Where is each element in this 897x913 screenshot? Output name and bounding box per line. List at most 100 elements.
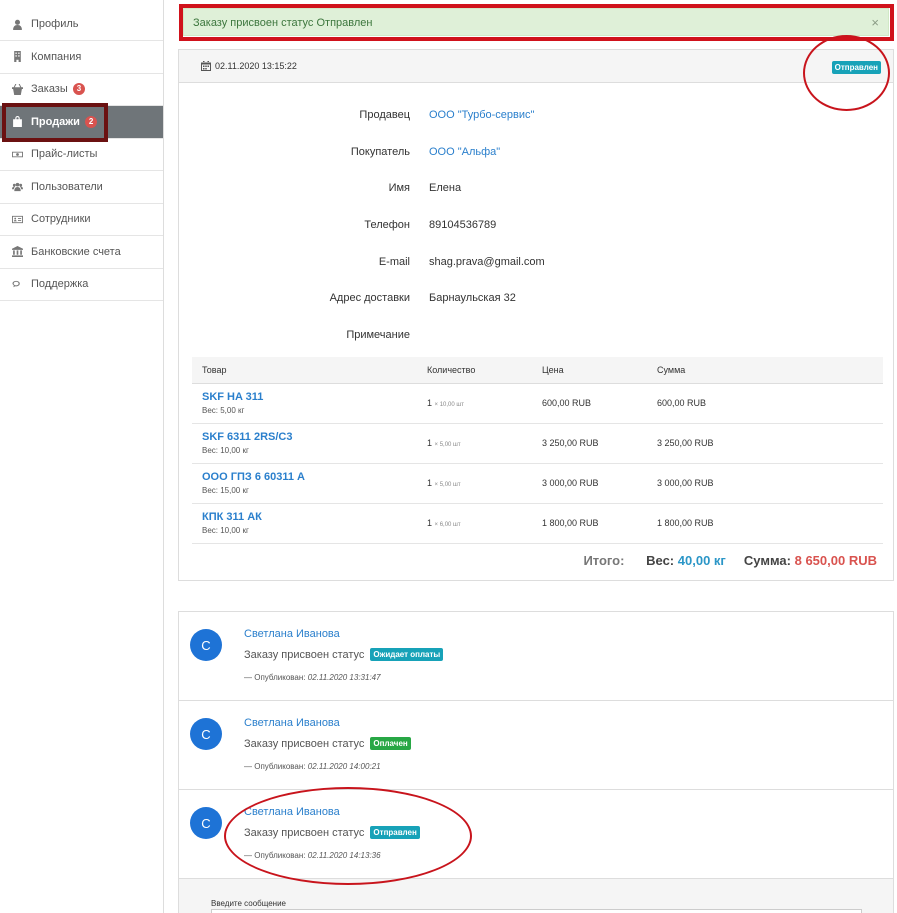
table-row: ООО ГПЗ 6 60311 А Вес: 15,00 кг 1 × 5,00… [192,463,883,504]
comment-item: С Светлана Иванова Заказу присвоен стату… [179,701,893,790]
status-alert: Заказу присвоен статус Отправлен × [183,8,889,36]
alert-text: Заказу присвоен статус Отправлен [193,17,373,29]
sidebar-item-price-lists[interactable]: Прайс-листы [0,139,163,171]
quantity-cell: 1 × 5,00 шт [417,423,532,464]
quantity-unit: × 5,00 шт [434,442,461,448]
comment-author-link[interactable]: Светлана Иванова [244,806,340,818]
address-value: Барнаульская 32 [429,292,516,304]
comment-meta: — Опубликован: 02.11.2020 14:13:36 [244,851,381,860]
published-datetime: 02.11.2020 14:13:36 [307,851,381,860]
comment-meta: — Опубликован: 02.11.2020 14:00:21 [244,762,381,771]
column-header-sum: Сумма [647,357,883,384]
column-header-quantity: Количество [417,357,532,384]
phone-label: Телефон [364,219,410,231]
sum-cell: 1 800,00 RUB [647,503,883,544]
sidebar-item-label: Профиль [31,18,79,30]
name-value: Елена [429,182,462,194]
sidebar-item-employees[interactable]: Сотрудники [0,204,163,236]
sidebar-item-sales[interactable]: Продажи 2 [0,106,163,139]
buyer-link[interactable]: ООО "Альфа" [429,146,500,158]
sum-cell: 3 250,00 RUB [647,423,883,464]
status-badge: Ожидает оплаты [370,648,444,661]
name-label: Имя [388,182,410,194]
sidebar-item-users[interactable]: Пользователи [0,171,163,204]
sidebar-item-label: Компания [31,50,82,63]
quantity-value: 1 [427,518,433,528]
calendar-icon [201,61,211,71]
phone-value: 89104536789 [429,219,497,231]
email-value: shag.prava@gmail.com [429,256,545,268]
avatar: С [190,718,222,750]
product-cell: SKF HA 311 Вес: 5,00 кг [192,383,417,424]
published-label: — Опубликован: [244,762,306,771]
product-weight: Вес: 10,00 кг [202,446,249,455]
comment-author-link[interactable]: Светлана Иванова [244,628,340,640]
product-cell: SKF 6311 2RS/C3 Вес: 10,00 кг [192,423,417,464]
comment-message: Заказу присвоен статус [244,648,365,661]
total-sum-label: Сумма: [743,553,791,568]
seller-label: Продавец [359,109,410,121]
comment-text: Заказу присвоен статус Оплачен [244,737,411,750]
published-datetime: 02.11.2020 14:00:21 [307,762,381,771]
comment-meta: — Опубликован: 02.11.2020 13:31:47 [244,673,381,682]
sum-cell: 3 000,00 RUB [647,463,883,504]
sum-cell: 600,00 RUB [647,383,883,424]
comment-item: С Светлана Иванова Заказу присвоен стату… [179,612,893,701]
sidebar-item-company[interactable]: Компания [0,41,163,74]
avatar: С [190,629,222,661]
building-icon [10,51,24,63]
comments-panel: С Светлана Иванова Заказу присвоен стату… [178,611,894,913]
quantity-cell: 1 × 10,00 шт [417,383,532,424]
message-form: Введите сообщение [179,879,893,913]
sidebar-item-label: Пользователи [31,180,103,193]
product-link[interactable]: SKF 6311 2RS/C3 [202,431,417,443]
product-link[interactable]: КПК 311 АК [202,511,417,523]
buyer-label: Покупатель [350,146,410,158]
status-badge: Оплачен [370,737,411,750]
bank-icon [10,246,24,258]
address-label: Адрес доставки [329,292,410,304]
basket-icon [10,83,24,95]
message-input[interactable] [211,909,862,913]
price-cell: 3 250,00 RUB [532,423,647,464]
price-cell: 1 800,00 RUB [532,503,647,544]
sidebar-item-bank-accounts[interactable]: Банковские счета [0,236,163,269]
alert-close-button[interactable]: × [871,15,879,30]
status-badge: Отправлен [370,826,420,839]
quantity-unit: × 6,00 шт [434,522,461,528]
sidebar-item-orders[interactable]: Заказы 3 [0,74,163,106]
comment-author-link[interactable]: Светлана Иванова [244,717,340,729]
product-weight: Вес: 10,00 кг [202,526,249,535]
sidebar-item-label: Сотрудники [31,213,91,226]
totals-label: Итого: [583,553,625,568]
comment-message: Заказу присвоен статус [244,737,365,750]
sidebar-item-label: Заказы [31,83,68,96]
sidebar-item-profile[interactable]: Профиль [0,0,163,41]
published-datetime: 02.11.2020 13:31:47 [307,673,381,682]
comment-text: Заказу присвоен статус Отправлен [244,826,420,839]
quantity-cell: 1 × 5,00 шт [417,463,532,504]
product-weight: Вес: 15,00 кг [202,486,249,495]
quantity-cell: 1 × 6,00 шт [417,503,532,544]
table-row: КПК 311 АК Вес: 10,00 кг 1 × 6,00 шт 1 8… [192,503,883,544]
email-label: E-mail [378,256,410,268]
shopping-bag-icon [10,116,24,128]
sidebar-item-support[interactable]: Поддержка [0,269,163,301]
seller-link[interactable]: ООО "Турбо-сервис" [429,109,534,121]
total-weight-label: Вес: [646,553,675,568]
product-cell: ООО ГПЗ 6 60311 А Вес: 15,00 кг [192,463,417,504]
column-header-product: Товар [192,357,417,384]
comments-icon [10,278,24,290]
price-cell: 3 000,00 RUB [532,463,647,504]
orders-count-badge: 3 [72,83,86,96]
product-link[interactable]: ООО ГПЗ 6 60311 А [202,471,417,483]
table-header-row: Товар Количество Цена Сумма [192,357,883,384]
total-sum-value: 8 650,00 RUB [794,553,877,568]
product-link[interactable]: SKF HA 311 [202,391,417,403]
order-header: 02.11.2020 13:15:22 Отправлен [179,50,893,83]
quantity-value: 1 [427,398,433,408]
money-icon [10,148,24,160]
quantity-unit: × 10,00 шт [434,402,464,408]
avatar: С [190,807,222,839]
price-cell: 600,00 RUB [532,383,647,424]
